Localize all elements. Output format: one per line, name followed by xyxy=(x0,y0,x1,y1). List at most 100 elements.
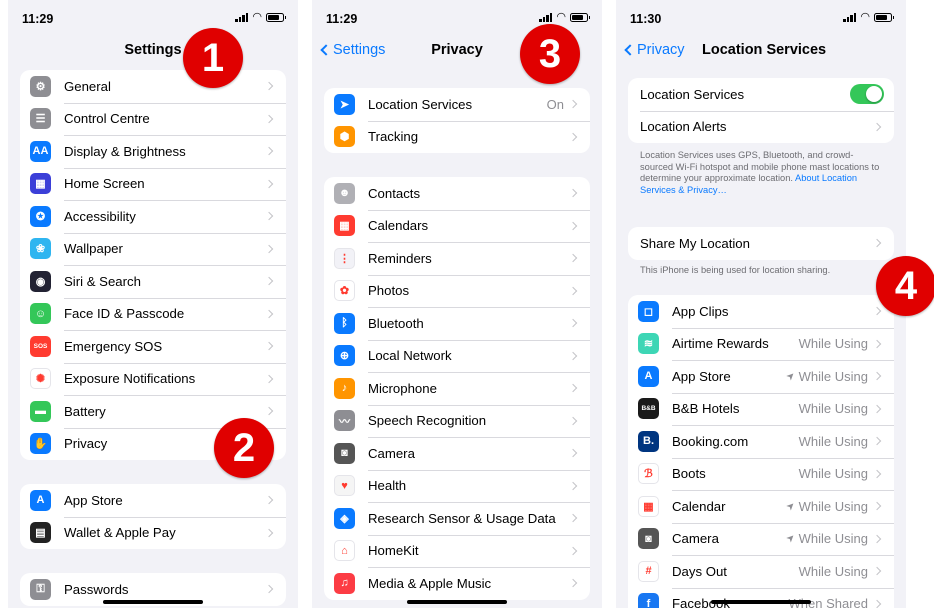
signal-icon xyxy=(539,12,553,22)
location-alerts-row[interactable]: Location Alerts xyxy=(628,110,894,144)
list-item[interactable]: ♪ Microphone xyxy=(324,372,590,405)
list-item[interactable]: ✿ Photos xyxy=(324,274,590,308)
list-item[interactable]: ☰ Control Centre xyxy=(20,102,286,136)
list-item[interactable]: ⬢ Tracking xyxy=(324,120,590,154)
chevron-right-icon xyxy=(568,189,578,198)
list-item[interactable]: f Facebook When Shared xyxy=(628,587,894,608)
list-item[interactable]: B&B B&B Hotels While Using xyxy=(628,392,894,426)
list-item[interactable]: ◙ Camera ➤ While Using xyxy=(628,522,894,556)
signal-icon xyxy=(235,12,249,22)
list-item[interactable]: ⚙ General xyxy=(20,70,286,103)
chevron-right-icon xyxy=(568,514,578,523)
location-sharing-note: This iPhone is being used for location s… xyxy=(640,265,831,275)
list-item[interactable]: ⋮ Reminders xyxy=(324,242,590,275)
chevron-right-icon xyxy=(264,407,274,416)
chevron-right-icon xyxy=(568,546,578,555)
battery-status-icon xyxy=(266,12,286,22)
row-value: While Using xyxy=(798,433,868,449)
status-time: 11:29 xyxy=(22,12,54,26)
list-item[interactable]: ✪ Accessibility xyxy=(20,200,286,233)
row-label: App Clips xyxy=(672,303,729,319)
row-label: Research Sensor & Usage Data xyxy=(368,510,556,526)
chevron-right-icon xyxy=(568,416,578,425)
list-item[interactable]: ℬ Boots While Using xyxy=(628,457,894,491)
chevron-right-icon xyxy=(568,254,578,263)
wallet-icon: ▤ xyxy=(30,522,51,544)
step-badge-4: 4 xyxy=(876,256,934,316)
bluetooth-icon: ᛒ xyxy=(334,312,355,334)
chevron-right-icon xyxy=(872,599,882,608)
chevron-right-icon xyxy=(568,100,578,109)
chevron-right-icon xyxy=(872,437,882,446)
chevron-right-icon xyxy=(264,179,274,188)
row-label: App Store xyxy=(672,368,731,384)
list-item[interactable]: ⊕ Local Network xyxy=(324,339,590,373)
wifi-icon: ◠ xyxy=(556,11,566,23)
chevron-right-icon xyxy=(568,481,578,490)
face-id-icon: ☺ xyxy=(30,303,51,325)
row-value: While Using xyxy=(798,466,868,482)
list-item[interactable]: ☺ Face ID & Passcode xyxy=(20,297,286,331)
calendar-icon: ▦ xyxy=(334,215,355,237)
list-item[interactable]: ❀ Wallpaper xyxy=(20,232,286,266)
list-item[interactable]: SOS Emergency SOS xyxy=(20,330,286,363)
share-my-location-row[interactable]: Share My Location xyxy=(628,227,894,260)
row-label: Bluetooth xyxy=(368,315,424,331)
list-item[interactable]: ◙ Camera xyxy=(324,437,590,470)
chevron-right-icon xyxy=(568,319,578,328)
row-value: On xyxy=(546,96,564,112)
row-label: Control Centre xyxy=(64,111,150,127)
wifi-icon: ◠ xyxy=(860,11,870,23)
location-services-description: Location Services uses GPS, Bluetooth, a… xyxy=(640,150,880,195)
share-location-group: Share My Location xyxy=(628,227,894,260)
location-services-toggle[interactable] xyxy=(850,84,884,105)
list-item[interactable]: # Days Out While Using xyxy=(628,555,894,588)
row-label: Battery xyxy=(64,403,106,419)
list-item[interactable]: ◉ Siri & Search xyxy=(20,265,286,298)
list-item[interactable]: ➤ Location Services On xyxy=(324,88,590,121)
list-item[interactable]: ▦ Calendar ➤ While Using xyxy=(628,490,894,523)
list-item[interactable]: ♥ Health xyxy=(324,469,590,503)
chevron-right-icon xyxy=(568,221,578,230)
chevron-right-icon xyxy=(264,244,274,253)
toggles-icon: ☰ xyxy=(30,108,51,130)
booking-icon: B. xyxy=(638,430,659,452)
list-item[interactable]: ◈ Research Sensor & Usage Data xyxy=(324,502,590,535)
chevron-right-icon xyxy=(872,372,882,381)
row-label: Days Out xyxy=(672,563,727,579)
list-item[interactable]: A App Store xyxy=(20,484,286,517)
music-icon: ♫ xyxy=(334,572,355,594)
list-item[interactable]: ⌂ HomeKit xyxy=(324,534,590,568)
chevron-right-icon xyxy=(264,496,274,505)
grid-icon: ▦ xyxy=(30,173,51,195)
list-item[interactable]: ☻ Contacts xyxy=(324,177,590,210)
calendar-icon: ▦ xyxy=(638,495,659,517)
list-item[interactable]: 〰 Speech Recognition xyxy=(324,404,590,438)
status-time: 11:29 xyxy=(326,12,358,26)
chevron-right-icon xyxy=(264,277,274,286)
app-store-icon: A xyxy=(30,489,51,511)
chevron-right-icon xyxy=(264,374,274,383)
row-label: Health xyxy=(368,478,407,494)
row-label: General xyxy=(64,78,111,94)
row-label: Booking.com xyxy=(672,433,749,449)
row-label: Local Network xyxy=(368,348,452,364)
list-item[interactable]: ◻ App Clips xyxy=(628,295,894,328)
list-item[interactable]: ≋ Airtime Rewards While Using xyxy=(628,327,894,361)
list-item[interactable]: ▦ Home Screen xyxy=(20,167,286,201)
list-item[interactable]: A App Store ➤ While Using xyxy=(628,360,894,393)
list-item[interactable]: ᛒ Bluetooth xyxy=(324,307,590,340)
list-item[interactable]: ▤ Wallet & Apple Pay xyxy=(20,516,286,550)
list-item[interactable]: ▦ Calendars xyxy=(324,209,590,243)
photos-icon: ✿ xyxy=(334,280,355,302)
list-item[interactable]: ✺ Exposure Notifications xyxy=(20,362,286,396)
back-button[interactable]: Privacy xyxy=(624,42,685,58)
row-label: Photos xyxy=(368,283,410,299)
status-bar: 11:30 ◠ xyxy=(616,0,906,34)
row-label: Exposure Notifications xyxy=(64,371,196,387)
row-value: While Using xyxy=(798,401,868,417)
accessibility-icon: ✪ xyxy=(30,205,51,227)
list-item[interactable]: AA Display & Brightness xyxy=(20,135,286,168)
list-item[interactable]: B. Booking.com While Using xyxy=(628,425,894,458)
list-item[interactable]: ♫ Media & Apple Music xyxy=(324,567,590,600)
